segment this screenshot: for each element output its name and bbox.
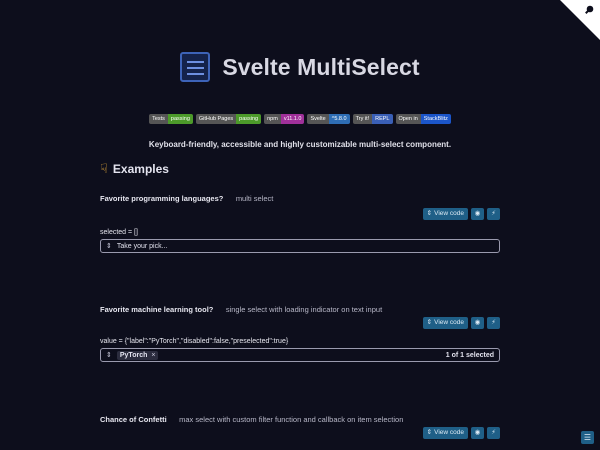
tagline: Keyboard-friendly, accessible and highly…	[148, 140, 452, 149]
github-icon: ◉	[474, 319, 481, 326]
badge-value: REPL	[372, 114, 393, 124]
select-placeholder: Take your pick...	[116, 242, 168, 250]
multiselect-logo-icon	[180, 52, 211, 82]
example-description: multi select	[235, 194, 274, 203]
example-toolbar: ⇕ View code ◉ ⚡	[422, 208, 500, 220]
view-code-label: View code	[434, 319, 464, 326]
page: Svelte MultiSelect Tests passing GitHub …	[0, 0, 600, 450]
example-ml-tool: Favorite machine learning tool? single s…	[100, 299, 500, 369]
repl-badge[interactable]: Try it! REPL	[352, 114, 393, 124]
github-icon: ◉	[474, 210, 481, 217]
selected-chip: PyTorch ×	[116, 350, 159, 360]
code-toggle-icon: ⇕	[426, 429, 433, 436]
expand-icon: ⇕	[106, 243, 112, 250]
example-title: Favorite programming languages?	[100, 194, 224, 203]
stackblitz-button[interactable]: ⚡	[487, 427, 500, 439]
lightning-icon: ⚡	[491, 210, 496, 217]
badge-value: passing	[236, 114, 262, 124]
pointing-down-hand-icon: ☟	[100, 161, 108, 176]
view-code-label: View code	[434, 210, 464, 217]
stackblitz-badge[interactable]: Open in StackBlitz	[395, 114, 451, 124]
github-pages-badge[interactable]: GitHub Pages passing	[195, 114, 262, 124]
stackblitz-button[interactable]: ⚡	[487, 208, 500, 220]
badge-value: StackBlitz	[420, 114, 451, 124]
example-toolbar: ⇕ View code ◉ ⚡	[422, 427, 500, 439]
menu-icon: ☰	[583, 433, 592, 442]
chip-label: PyTorch	[119, 351, 148, 359]
value-state-text: value = {"label":"PyTorch","disabled":fa…	[100, 338, 289, 345]
github-link-button[interactable]: ◉	[471, 208, 484, 220]
example-title-row: Favorite machine learning tool? single s…	[100, 299, 500, 317]
badge-label: Open in	[395, 114, 421, 124]
github-link-button[interactable]: ◉	[471, 317, 484, 329]
badge-label: GitHub Pages	[195, 114, 237, 124]
view-code-label: View code	[434, 429, 464, 436]
view-code-button[interactable]: ⇕ View code	[422, 427, 468, 439]
hero: Svelte MultiSelect	[0, 52, 600, 82]
svelte-badge[interactable]: Svelte ^5.8.0	[307, 114, 350, 124]
stackblitz-button[interactable]: ⚡	[487, 317, 500, 329]
page-title: Svelte MultiSelect	[222, 53, 420, 80]
github-icon: ◉	[474, 429, 481, 436]
selected-state-text: selected = []	[100, 229, 138, 236]
example-title-row: Chance of Confetti max select with custo…	[100, 409, 500, 427]
badge-label: Try it!	[352, 114, 373, 124]
examples-heading: ☟ Examples	[100, 161, 169, 177]
example-description: max select with custom filter function a…	[179, 415, 404, 424]
view-code-button[interactable]: ⇕ View code	[422, 208, 468, 220]
npm-badge[interactable]: npm v11.1.0	[264, 114, 305, 124]
badge-value: passing	[167, 114, 193, 124]
example-title: Favorite machine learning tool?	[100, 305, 214, 314]
lightning-icon: ⚡	[491, 319, 496, 326]
remove-chip-icon[interactable]: ×	[151, 351, 155, 360]
example-toolbar: ⇕ View code ◉ ⚡	[422, 317, 500, 329]
table-of-contents-button[interactable]: ☰	[581, 431, 594, 444]
github-link-button[interactable]: ◉	[471, 427, 484, 439]
github-corner-icon[interactable]	[560, 0, 600, 40]
lightning-icon: ⚡	[491, 429, 496, 436]
example-title: Chance of Confetti	[100, 415, 167, 424]
example-description: single select with loading indicator on …	[225, 305, 383, 314]
multiselect-input[interactable]: ⇕ Take your pick...	[100, 239, 500, 253]
code-toggle-icon: ⇕	[426, 210, 433, 217]
selection-count: 1 of 1 selected	[445, 351, 494, 359]
badge-label: Tests	[149, 114, 168, 124]
badge-row: Tests passing GitHub Pages passing npm v…	[0, 114, 600, 124]
example-confetti: Chance of Confetti max select with custo…	[100, 409, 500, 444]
example-programming-languages: Favorite programming languages? multi se…	[100, 188, 500, 258]
badge-value: ^5.8.0	[328, 114, 350, 124]
single-select-input[interactable]: ⇕ PyTorch × 1 of 1 selected	[100, 348, 500, 362]
badge-label: npm	[264, 114, 281, 124]
badge-label: Svelte	[307, 114, 329, 124]
view-code-button[interactable]: ⇕ View code	[422, 317, 468, 329]
examples-heading-text: Examples	[112, 162, 169, 176]
badge-value: v11.1.0	[280, 114, 305, 124]
code-toggle-icon: ⇕	[426, 319, 433, 326]
expand-icon: ⇕	[106, 352, 112, 359]
example-title-row: Favorite programming languages? multi se…	[100, 188, 500, 206]
tests-badge[interactable]: Tests passing	[149, 114, 193, 124]
